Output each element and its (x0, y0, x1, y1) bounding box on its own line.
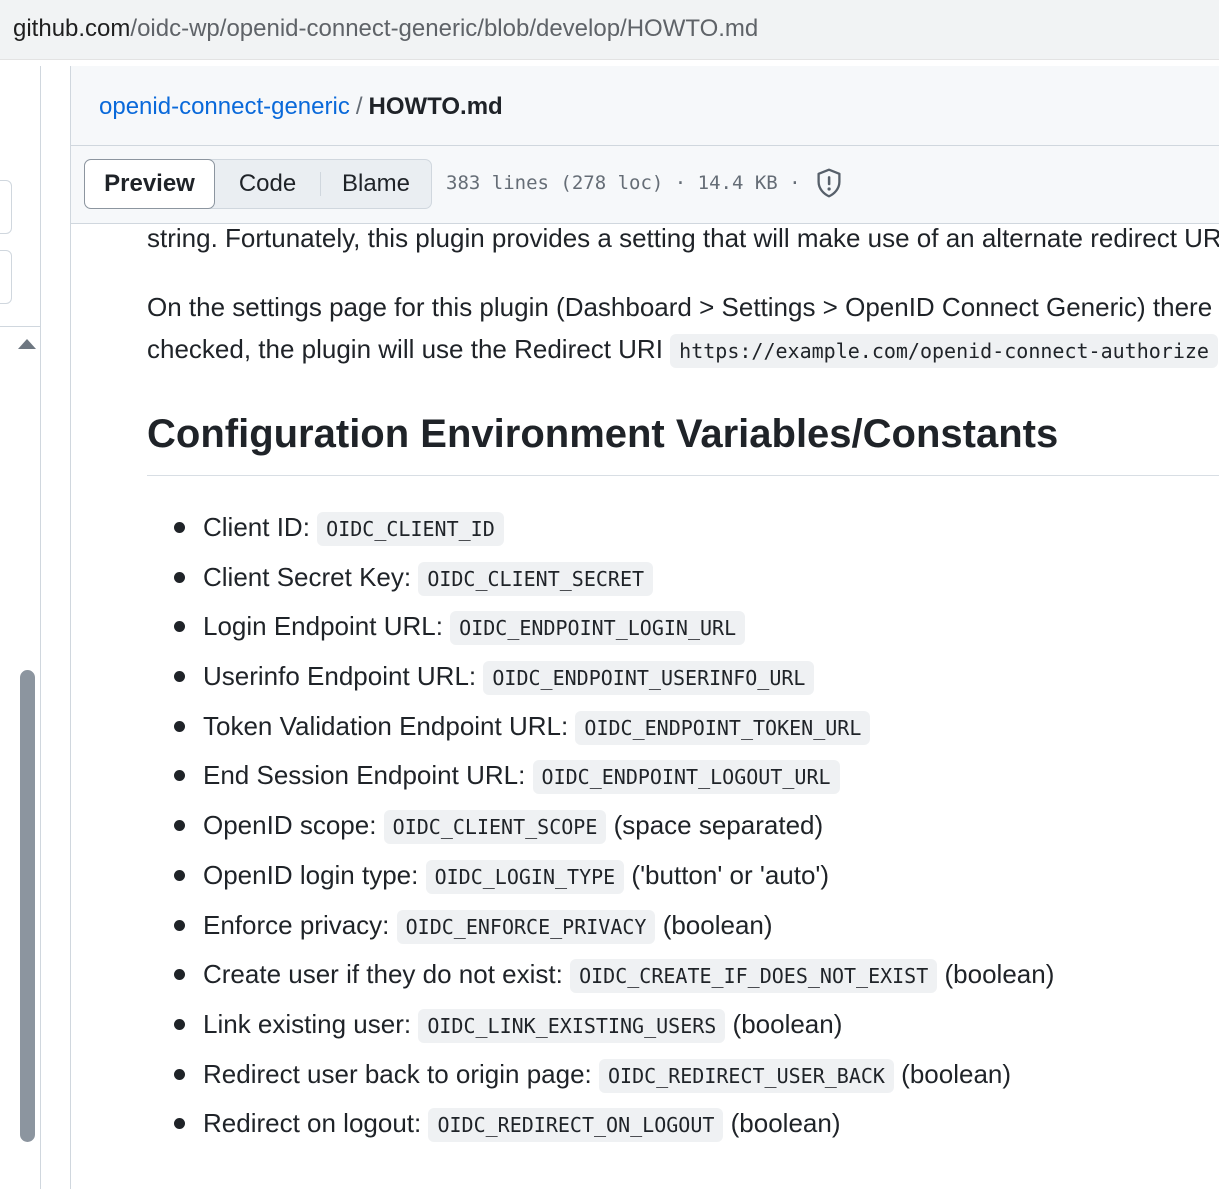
section-heading: Configuration Environment Variables/Cons… (147, 412, 1059, 456)
tab-blame[interactable]: Blame (320, 159, 432, 209)
header-divider (71, 145, 1219, 146)
repo-link[interactable]: openid-connect-generic (99, 93, 350, 120)
item-label: Client Secret Key: (203, 561, 419, 592)
item-label: Userinfo Endpoint URL: (203, 661, 484, 692)
list-item: Create user if they do not exist: OIDC_C… (147, 954, 1054, 1004)
env-var-code: OIDC_ENFORCE_PRIVACY (396, 909, 656, 944)
tab-code[interactable]: Code (215, 159, 320, 209)
url-path: /oidc-wp/openid-connect-generic/blob/dev… (130, 15, 759, 42)
env-var-code: OIDC_ENDPOINT_USERINFO_URL (483, 661, 815, 696)
content-border (70, 66, 71, 1189)
bullet-icon (174, 869, 185, 881)
bullet-icon (174, 621, 185, 633)
scroll-up-arrow-icon[interactable] (18, 339, 36, 349)
list-item: Link existing user: OIDC_LINK_EXISTING_U… (147, 1004, 1054, 1054)
env-var-code: OIDC_ENDPOINT_LOGIN_URL (450, 611, 746, 646)
env-var-code: OIDC_REDIRECT_ON_LOGOUT (428, 1108, 724, 1143)
item-label: Login Endpoint URL: (203, 611, 451, 642)
file-tree-panel (0, 66, 41, 1189)
list-item: Userinfo Endpoint URL: OIDC_ENDPOINT_USE… (147, 656, 1054, 706)
env-var-code: OIDC_LOGIN_TYPE (425, 859, 625, 894)
bullet-icon (174, 571, 185, 583)
panel-control[interactable] (0, 250, 12, 304)
tab-preview[interactable]: Preview (84, 159, 215, 209)
paragraph: checked, the plugin will use the Redirec… (147, 328, 1218, 372)
list-item: Login Endpoint URL: OIDC_ENDPOINT_LOGIN_… (147, 606, 1054, 656)
bullet-icon (174, 1068, 185, 1080)
item-label: OpenID login type: (203, 859, 426, 890)
env-var-code: OIDC_LINK_EXISTING_USERS (418, 1008, 726, 1043)
item-label: Enforce privacy: (203, 909, 397, 940)
bullet-icon (174, 671, 185, 683)
env-var-code: OIDC_CLIENT_ID (317, 512, 504, 546)
item-suffix: (space separated) (606, 810, 824, 841)
list-item: End Session Endpoint URL: OIDC_ENDPOINT_… (147, 755, 1054, 805)
bullet-icon (174, 969, 185, 981)
list-item: OpenID login type: OIDC_LOGIN_TYPE ('but… (147, 855, 1054, 905)
breadcrumb: openid-connect-generic / HOWTO.md (99, 93, 503, 121)
item-label: OpenID scope: (203, 810, 384, 841)
heading-rule (147, 475, 1219, 476)
url-host: github.com (13, 15, 131, 42)
list-item: Redirect on logout: OIDC_REDIRECT_ON_LOG… (147, 1103, 1054, 1153)
inline-code: https://example.com/openid-connect-autho… (670, 334, 1218, 368)
env-var-code: OIDC_ENDPOINT_TOKEN_URL (575, 710, 871, 745)
bullet-icon (174, 720, 185, 732)
item-suffix: (boolean) (937, 959, 1055, 990)
env-var-code: OIDC_CLIENT_SECRET (418, 561, 654, 596)
scrollbar-thumb[interactable] (20, 670, 35, 1142)
env-var-list: Client ID: OIDC_CLIENT_ID Client Secret … (147, 507, 1054, 1153)
item-label: Redirect user back to origin page: (203, 1058, 599, 1089)
item-label: End Session Endpoint URL: (203, 760, 533, 791)
bullet-icon (174, 1018, 185, 1030)
list-item: Enforce privacy: OIDC_ENFORCE_PRIVACY (b… (147, 905, 1054, 955)
breadcrumb-separator: / (355, 93, 363, 120)
item-suffix: ('button' or 'auto') (624, 859, 830, 890)
list-item: Token Validation Endpoint URL: OIDC_ENDP… (147, 706, 1054, 756)
list-item: Client Secret Key: OIDC_CLIENT_SECRET (147, 557, 1054, 607)
url-text[interactable]: github.com/oidc-wp/openid-connect-generi… (13, 15, 758, 43)
bullet-icon (174, 1118, 185, 1130)
item-suffix: (boolean) (893, 1058, 1012, 1089)
list-item: OpenID scope: OIDC_CLIENT_SCOPE (space s… (147, 805, 1054, 855)
list-item: Client ID: OIDC_CLIENT_ID (147, 507, 1054, 557)
file-info: 383 lines (278 loc) · 14.4 KB · (446, 172, 801, 194)
item-suffix: (boolean) (655, 909, 773, 940)
item-label: Link existing user: (203, 1008, 419, 1039)
panel-control[interactable] (0, 180, 12, 234)
env-var-code: OIDC_CREATE_IF_DOES_NOT_EXIST (570, 959, 938, 994)
paragraph-text: checked, the plugin will use the Redirec… (147, 334, 671, 364)
env-var-code: OIDC_REDIRECT_USER_BACK (599, 1058, 894, 1093)
file-header: openid-connect-generic / HOWTO.md Preview … (71, 66, 1219, 224)
item-suffix: (boolean) (723, 1108, 841, 1139)
view-mode-control: Preview Code Blame (84, 159, 432, 209)
shield-icon[interactable] (815, 168, 843, 198)
bullet-icon (174, 919, 185, 931)
bullet-icon (174, 820, 185, 832)
file-name: HOWTO.md (368, 93, 503, 120)
bullet-icon (174, 522, 185, 533)
panel-divider (0, 326, 41, 327)
bullet-icon (174, 770, 185, 782)
item-label: Create user if they do not exist: (203, 959, 571, 990)
item-label: Client ID: (203, 512, 318, 542)
address-bar[interactable]: github.com/oidc-wp/openid-connect-generi… (0, 0, 1219, 60)
env-var-code: OIDC_CLIENT_SCOPE (383, 810, 607, 845)
list-item: Redirect user back to origin page: OIDC_… (147, 1054, 1054, 1104)
item-label: Redirect on logout: (203, 1108, 429, 1139)
paragraph: On the settings page for this plugin (Da… (147, 292, 1219, 322)
paragraph: string. Fortunately, this plugin provide… (147, 224, 1219, 253)
item-suffix: (boolean) (725, 1008, 843, 1039)
env-var-code: OIDC_ENDPOINT_LOGOUT_URL (532, 760, 840, 795)
item-label: Token Validation Endpoint URL: (203, 710, 576, 741)
markdown-body: string. Fortunately, this plugin provide… (147, 224, 1219, 1189)
